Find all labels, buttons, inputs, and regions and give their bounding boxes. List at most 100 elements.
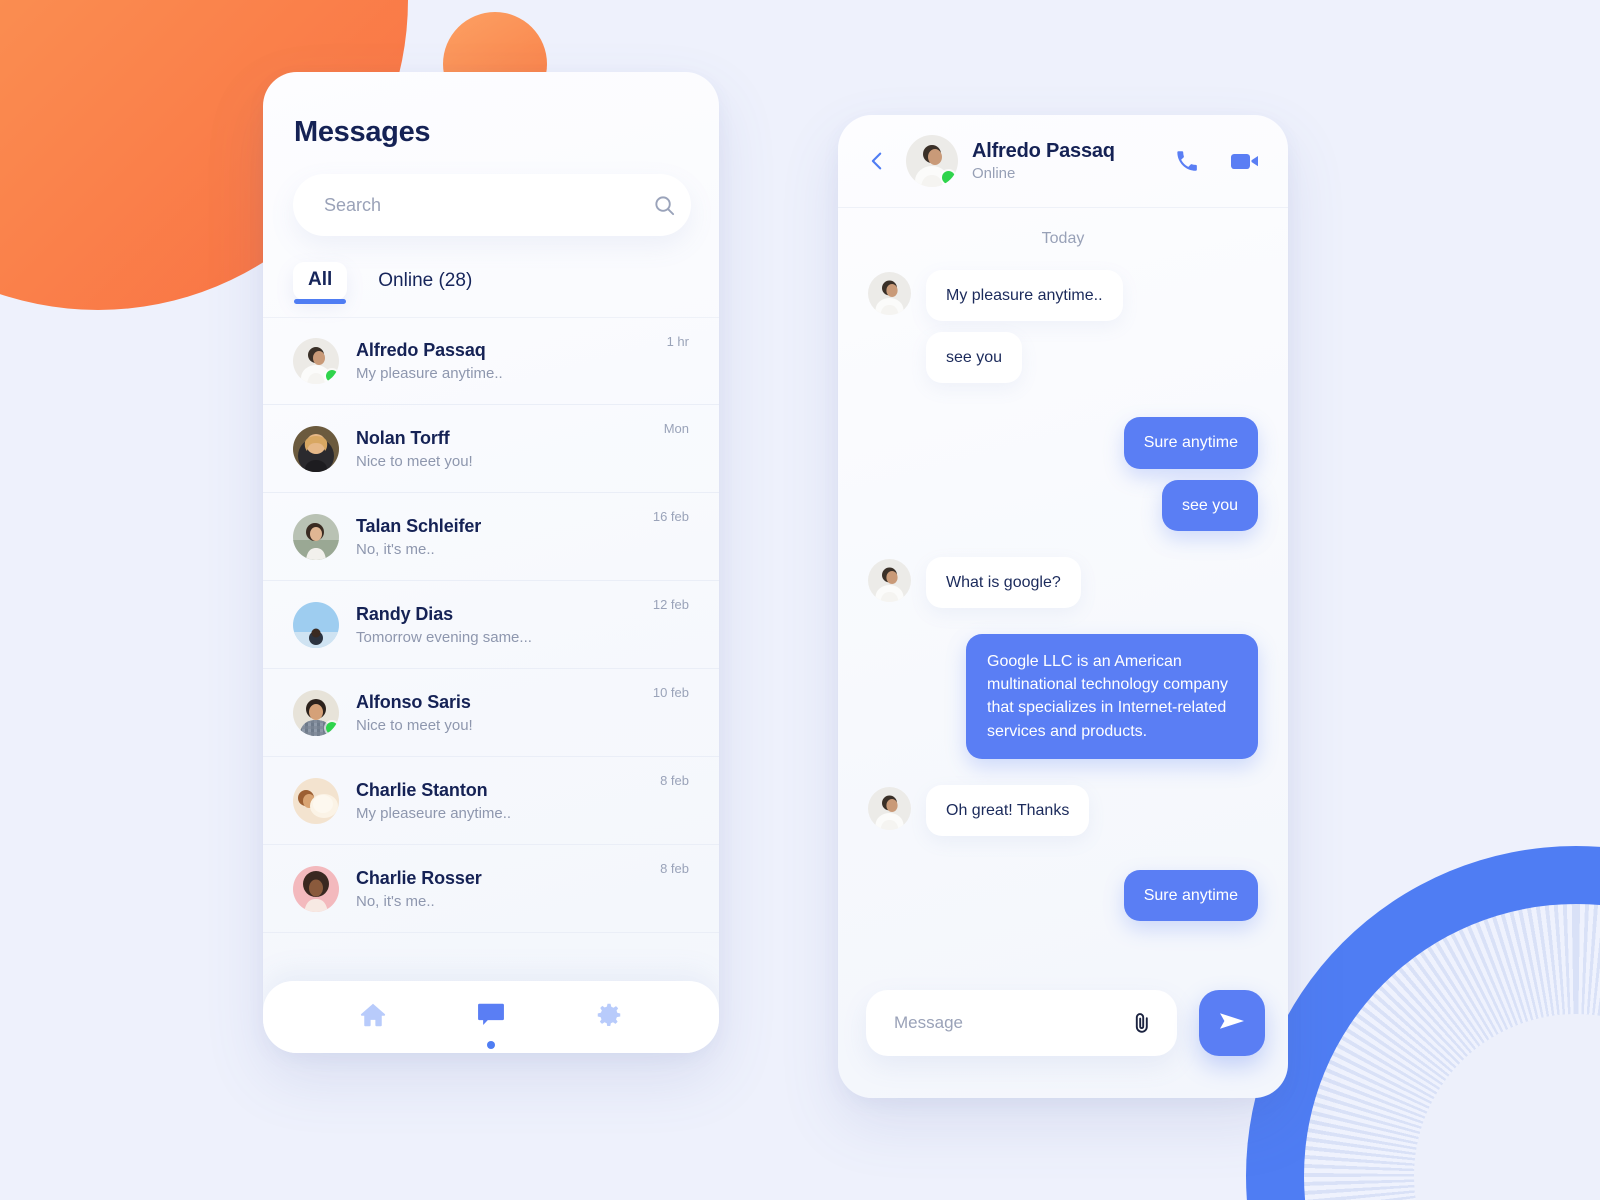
avatar xyxy=(868,558,911,602)
timestamp: 8 feb xyxy=(660,861,689,876)
list-item[interactable]: Talan Schleifer No, it's me.. 16 feb xyxy=(263,493,719,581)
contact-name: Nolan Torff xyxy=(356,427,450,448)
contact-name: Alfredo Passaq xyxy=(356,340,486,360)
list-item[interactable]: Charlie Stanton My pleaseure anytime.. 8… xyxy=(263,757,719,845)
list-item[interactable]: Alfonso Saris Nice to meet you! 10 feb xyxy=(263,669,719,757)
home-icon xyxy=(358,1000,388,1035)
message-preview: Nice to meet you! xyxy=(356,452,473,470)
message-group: Google LLC is an American multinational … xyxy=(868,633,1258,759)
avatar xyxy=(293,689,339,736)
phone-icon[interactable] xyxy=(1174,148,1200,174)
contact-name: Charlie Stanton xyxy=(356,779,488,800)
message-group: What is google? xyxy=(868,556,1258,608)
message-bubble: Oh great! Thanks xyxy=(926,784,1090,836)
chat-icon xyxy=(475,999,507,1036)
tab-all[interactable]: All xyxy=(293,262,348,304)
online-indicator xyxy=(326,721,338,734)
nav-active-dot xyxy=(486,1040,495,1049)
message-input[interactable] xyxy=(866,990,1115,1056)
chat-header-text: Alfredo Passaq Online xyxy=(972,140,1174,182)
search-input[interactable] xyxy=(293,174,637,236)
message-bubble: see you xyxy=(1161,479,1258,531)
timestamp: 1 hr xyxy=(666,334,689,349)
avatar xyxy=(293,425,339,472)
list-item-content: Nolan Torff Nice to meet you! xyxy=(356,428,664,470)
message-group: Oh great! Thanks xyxy=(868,784,1258,836)
send-button[interactable] xyxy=(1199,990,1265,1056)
chevron-left-icon[interactable] xyxy=(862,142,898,180)
video-camera-icon[interactable] xyxy=(1230,148,1260,174)
nav-item-home[interactable] xyxy=(358,1000,388,1035)
message-preview: Nice to meet you! xyxy=(356,716,473,734)
conversation-list[interactable]: Alfredo Passaq My pleasure anytime.. 1 h… xyxy=(263,317,719,1053)
avatar xyxy=(293,338,339,384)
chat-header-actions xyxy=(1174,148,1260,174)
message-preview: No, it's me.. xyxy=(356,892,435,910)
avatar xyxy=(868,786,911,830)
message-group: Sure anytime xyxy=(868,869,1258,922)
contact-name: Alfonso Saris xyxy=(356,691,471,712)
contact-name: Charlie Rosser xyxy=(356,867,482,888)
search-bar[interactable] xyxy=(293,174,691,236)
list-item-content: Alfonso Saris Nice to meet you! xyxy=(356,692,653,734)
avatar[interactable] xyxy=(906,135,958,187)
nav-item-chat[interactable] xyxy=(475,999,507,1049)
message-composer xyxy=(838,978,1288,1098)
message-field[interactable] xyxy=(866,990,1177,1056)
timestamp: 16 feb xyxy=(652,509,689,524)
list-item-content: Alfredo Passaq My pleasure anytime.. xyxy=(356,340,667,382)
online-indicator xyxy=(942,171,955,184)
timestamp: 12 feb xyxy=(652,597,689,612)
message-bubble: Sure anytime xyxy=(1123,869,1258,922)
filter-tabs: All Online (28) xyxy=(293,262,487,304)
chat-contact-name: Alfredo Passaq xyxy=(972,140,1115,162)
nav-item-settings[interactable] xyxy=(594,1000,624,1035)
bubble-stack: My pleasure anytime.. see you xyxy=(926,270,1123,384)
settings-icon xyxy=(594,1000,624,1035)
chat-phone-card: Alfredo Passaq Online Today My pleasure … xyxy=(838,115,1288,1098)
contact-name: Talan Schleifer xyxy=(356,515,482,536)
bubble-stack: Sure anytime see you xyxy=(1123,417,1258,531)
list-item[interactable]: Alfredo Passaq My pleasure anytime.. 1 h… xyxy=(263,317,719,405)
contact-name: Randy Dias xyxy=(356,603,454,624)
timestamp: 8 feb xyxy=(660,773,689,788)
message-preview: My pleaseure anytime.. xyxy=(356,804,512,822)
search-icon[interactable] xyxy=(637,194,691,217)
message-group: My pleasure anytime.. see you xyxy=(868,270,1258,384)
message-bubble: Sure anytime xyxy=(1123,417,1258,469)
chat-header: Alfredo Passaq Online xyxy=(838,115,1288,208)
online-indicator xyxy=(326,370,338,382)
page-title: Messages xyxy=(294,116,431,148)
message-preview: No, it's me.. xyxy=(356,540,435,558)
bubble-stack: Sure anytime xyxy=(1123,869,1258,922)
send-icon xyxy=(1217,1008,1247,1039)
paperclip-icon[interactable] xyxy=(1115,1010,1169,1036)
list-item-content: Talan Schleifer No, it's me.. xyxy=(356,516,653,558)
message-bubble: My pleasure anytime.. xyxy=(926,270,1123,322)
bubble-stack: Oh great! Thanks xyxy=(926,784,1090,836)
list-item-content: Charlie Stanton My pleaseure anytime.. xyxy=(356,780,660,822)
avatar xyxy=(293,513,339,560)
message-group: Sure anytime see you xyxy=(868,417,1258,531)
avatar xyxy=(293,865,339,912)
list-item[interactable]: Randy Dias Tomorrow evening same... 12 f… xyxy=(263,581,719,669)
message-thread[interactable]: Today My pleasure anytime.. see you Sure… xyxy=(838,208,1288,978)
avatar xyxy=(868,272,911,315)
list-item-content: Charlie Rosser No, it's me.. xyxy=(356,868,660,910)
day-separator: Today xyxy=(1041,230,1085,247)
message-preview: My pleasure anytime.. xyxy=(356,365,503,382)
list-item[interactable]: Charlie Rosser No, it's me.. 8 feb xyxy=(263,845,719,933)
list-item-content: Randy Dias Tomorrow evening same... xyxy=(356,604,653,646)
blue-ring-decoration xyxy=(1246,846,1600,1200)
timestamp: Mon xyxy=(663,421,689,436)
bubble-stack: Google LLC is an American multinational … xyxy=(966,633,1258,759)
message-bubble: see you xyxy=(926,332,1023,384)
tab-online[interactable]: Online (28) xyxy=(363,262,487,301)
list-item[interactable]: Nolan Torff Nice to meet you! Mon xyxy=(263,405,719,493)
bottom-navigation xyxy=(263,981,719,1053)
timestamp: 10 feb xyxy=(652,685,689,700)
